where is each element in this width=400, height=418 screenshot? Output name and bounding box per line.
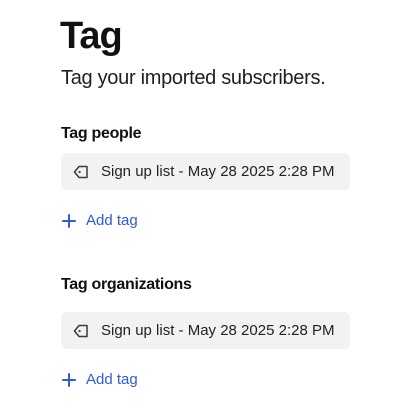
plus-icon	[61, 213, 77, 229]
add-tag-organizations-button[interactable]: Add tag	[61, 371, 138, 388]
tag-label: Sign up list - May 28 2025 2:28 PM	[101, 163, 335, 180]
add-tag-label: Add tag	[86, 212, 138, 229]
tag-chip-people[interactable]: Sign up list - May 28 2025 2:28 PM	[61, 153, 350, 190]
section-title-tag-people: Tag people	[61, 125, 142, 142]
plus-icon	[61, 372, 77, 388]
page-subtitle: Tag your imported subscribers.	[61, 67, 326, 89]
add-tag-people-button[interactable]: Add tag	[61, 212, 138, 229]
tag-chip-organizations[interactable]: Sign up list - May 28 2025 2:28 PM	[61, 312, 350, 349]
tag-import-panel: Tag Tag your imported subscribers. Tag p…	[0, 0, 400, 418]
page-title: Tag	[60, 15, 123, 57]
section-title-tag-organizations: Tag organizations	[61, 276, 192, 293]
tag-icon	[72, 163, 90, 181]
tag-icon	[72, 322, 90, 340]
add-tag-label: Add tag	[86, 371, 138, 388]
tag-label: Sign up list - May 28 2025 2:28 PM	[101, 322, 335, 339]
